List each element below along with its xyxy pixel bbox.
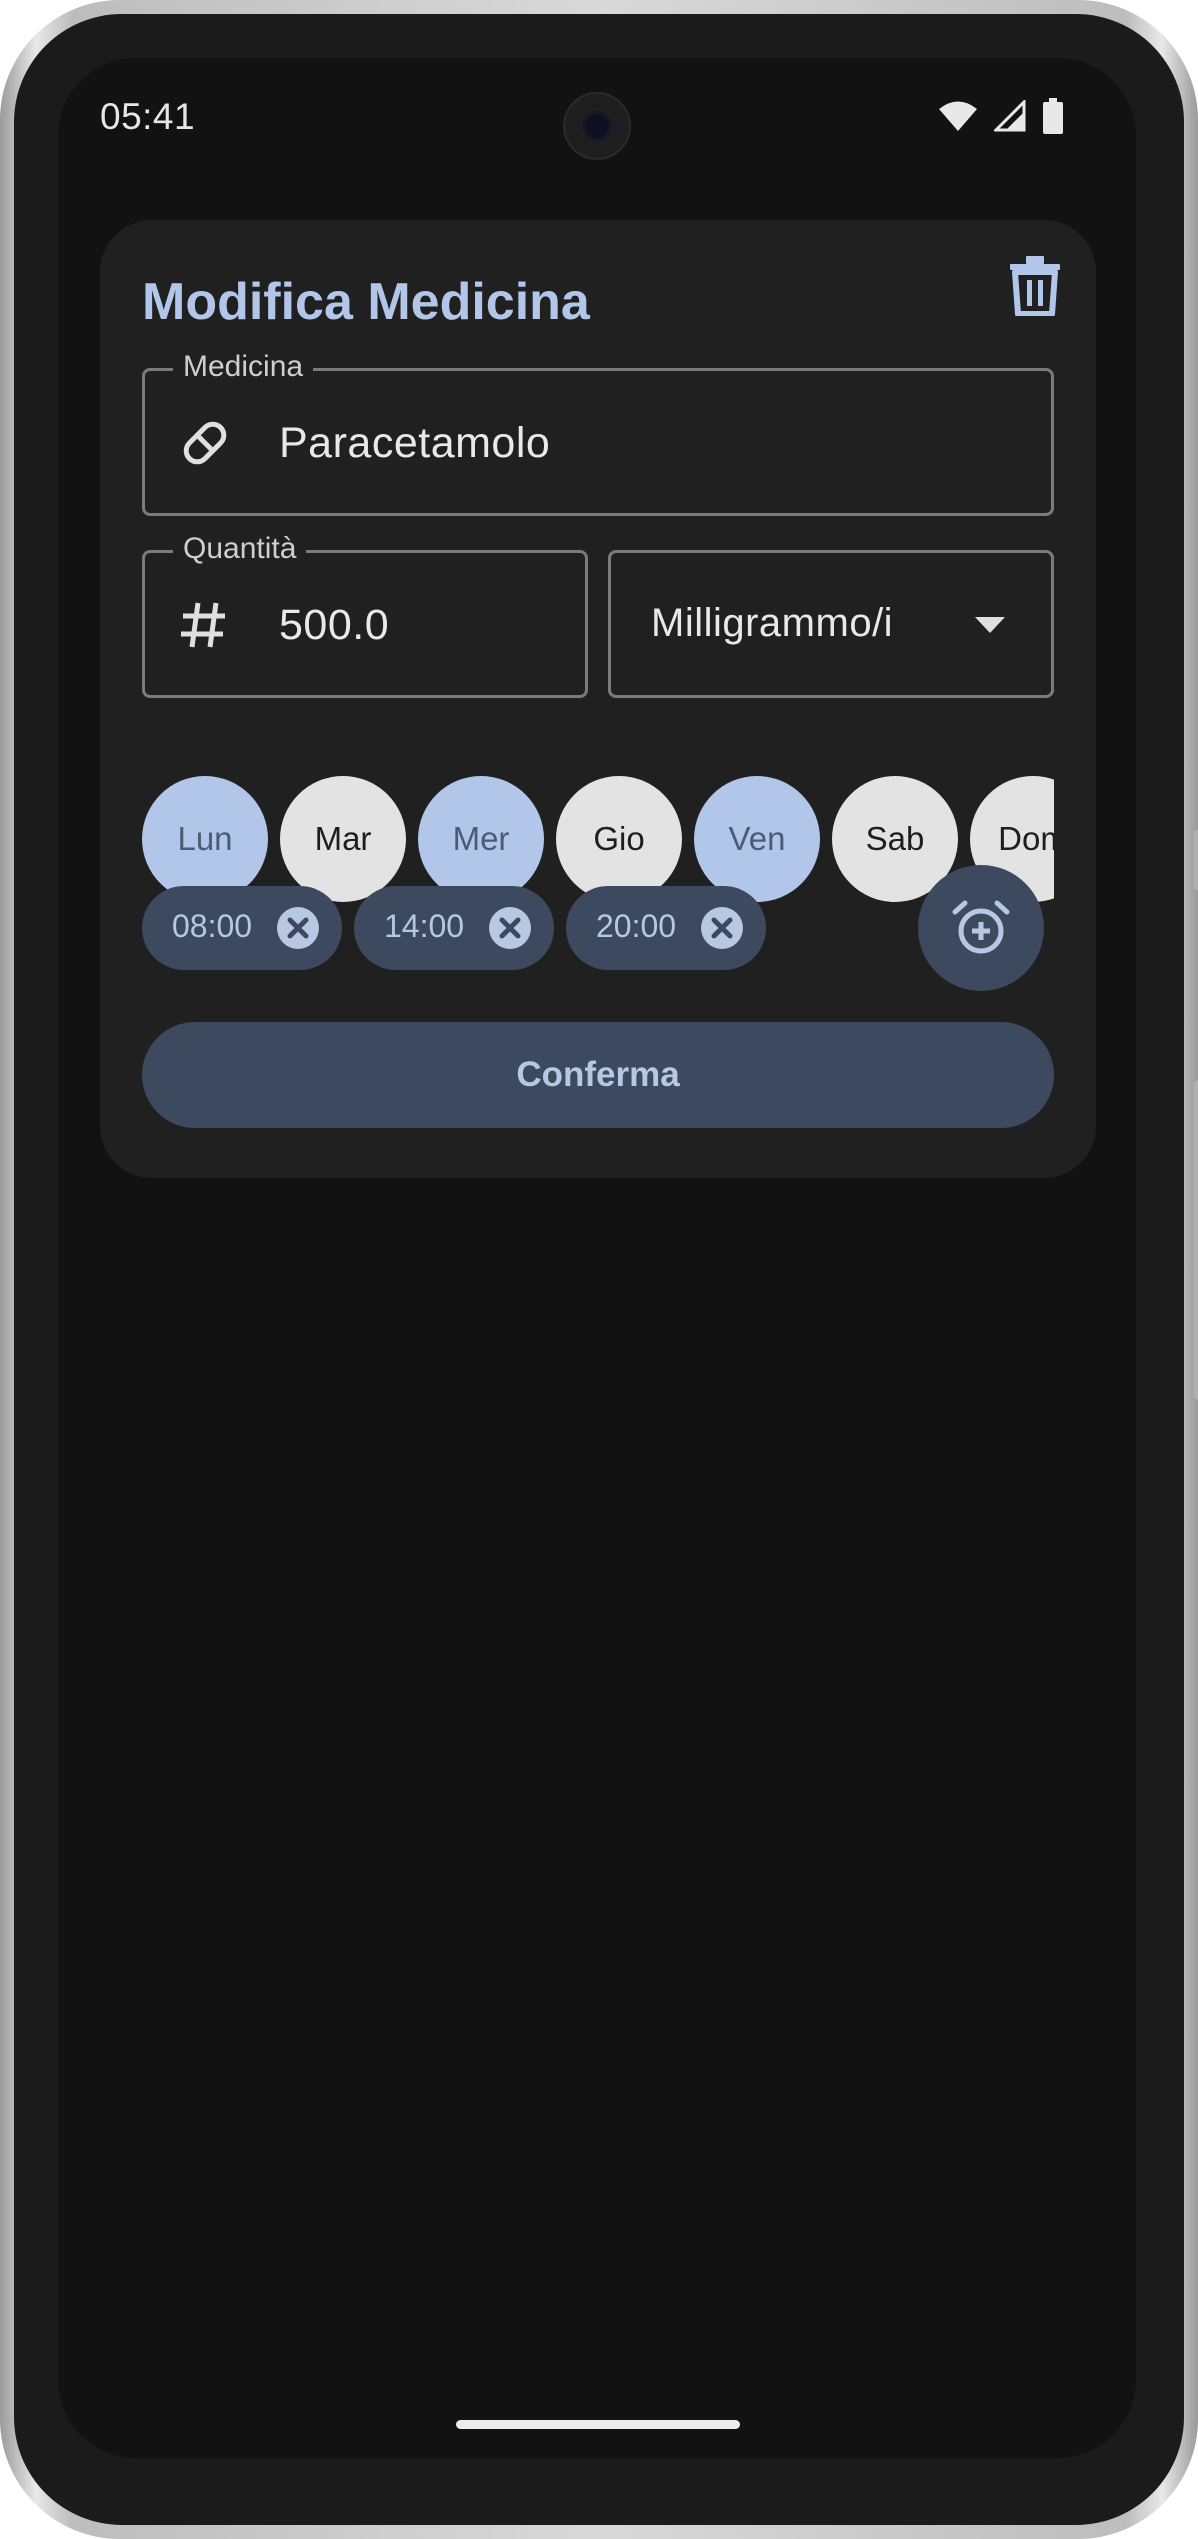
device-button <box>1194 1080 1198 1400</box>
battery-icon <box>1043 98 1063 134</box>
add-time-button[interactable] <box>918 865 1044 991</box>
day-chip-ven[interactable]: Ven <box>694 776 820 902</box>
day-chip-mar[interactable]: Mar <box>280 776 406 902</box>
wifi-icon <box>939 101 977 131</box>
day-chip-mer[interactable]: Mer <box>418 776 544 902</box>
confirm-button[interactable]: Conferma <box>142 1022 1054 1128</box>
day-selector: Lun Mar Mer Gio Ven Sab Dom <box>142 220 1054 920</box>
edit-medicine-dialog: Modifica Medicina Medicina Paracetamolo … <box>100 220 1096 1178</box>
device-button <box>1194 830 1198 890</box>
front-camera <box>563 92 631 160</box>
cell-signal-icon <box>994 100 1026 132</box>
status-icons <box>938 98 1064 134</box>
screen: 05:41 Modifica Medicina Medicina Paracet… <box>58 58 1136 2458</box>
time-chip-label: 08:00 <box>172 908 253 944</box>
remove-time-icon[interactable] <box>488 906 532 950</box>
status-time: 05:41 <box>100 96 196 137</box>
time-chip[interactable]: 08:00 <box>142 886 342 970</box>
home-indicator[interactable] <box>456 2420 740 2429</box>
time-chip-label: 20:00 <box>596 908 677 944</box>
alarm-add-icon <box>952 900 1010 954</box>
time-chip[interactable]: 14:00 <box>354 886 554 970</box>
remove-time-icon[interactable] <box>276 906 320 950</box>
time-chip-label: 14:00 <box>384 908 465 944</box>
day-chip-lun[interactable]: Lun <box>142 776 268 902</box>
time-chip[interactable]: 20:00 <box>566 886 766 970</box>
remove-time-icon[interactable] <box>700 906 744 950</box>
day-chip-gio[interactable]: Gio <box>556 776 682 902</box>
